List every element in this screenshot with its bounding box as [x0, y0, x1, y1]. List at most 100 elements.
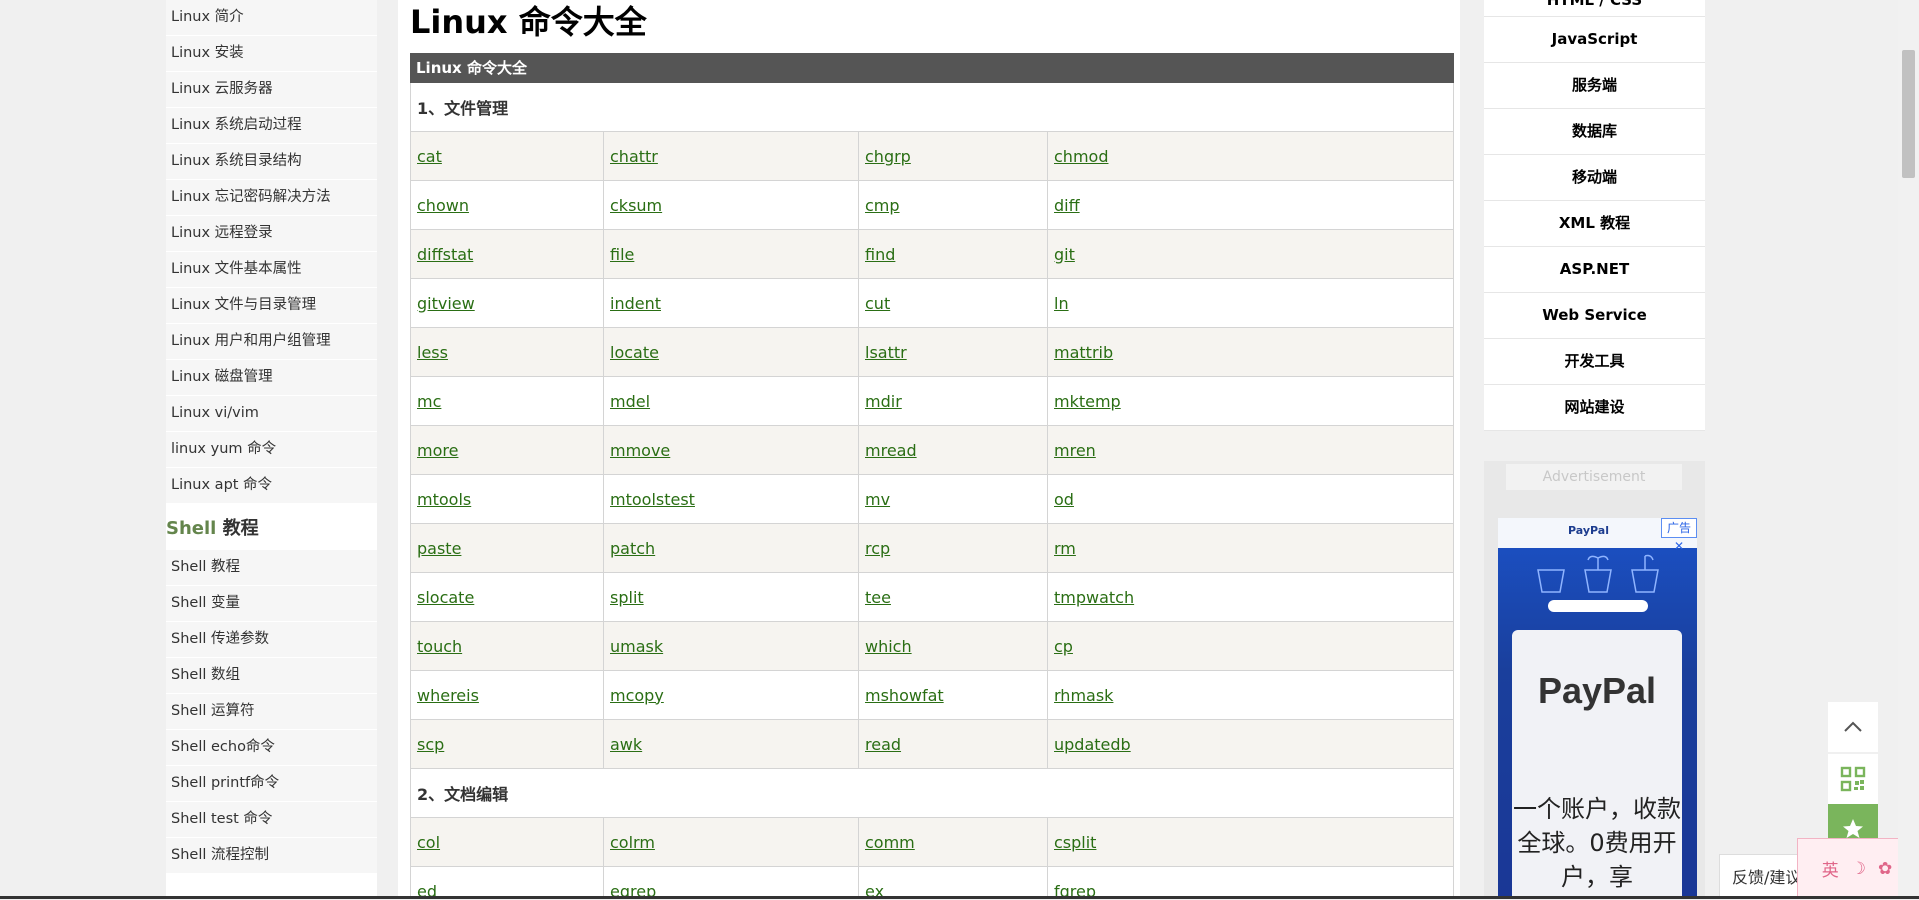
sidebar-item-shell[interactable]: Shell 传递参数: [166, 622, 377, 658]
command-link[interactable]: ln: [1054, 294, 1069, 313]
command-link[interactable]: colrm: [610, 833, 655, 852]
back-to-top-button[interactable]: [1828, 702, 1878, 752]
command-link[interactable]: mmove: [610, 441, 670, 460]
command-link[interactable]: mdel: [610, 392, 650, 411]
ime-language-label[interactable]: 英: [1822, 856, 1839, 881]
command-link[interactable]: comm: [865, 833, 915, 852]
command-link[interactable]: indent: [610, 294, 661, 313]
category-item[interactable]: 开发工具: [1484, 339, 1705, 385]
sidebar-item-shell[interactable]: Shell 流程控制: [166, 838, 377, 874]
command-link[interactable]: mread: [865, 441, 917, 460]
sidebar-item-linux[interactable]: Linux 安装: [166, 36, 377, 72]
command-link[interactable]: od: [1054, 490, 1074, 509]
category-item-html-css[interactable]: HTML / CSS: [1484, 0, 1705, 17]
command-link[interactable]: cmp: [865, 196, 900, 215]
command-link[interactable]: file: [610, 245, 634, 264]
sidebar-item-linux[interactable]: Linux 磁盘管理: [166, 360, 377, 396]
sidebar-item-linux[interactable]: linux yum 命令: [166, 432, 377, 468]
category-item[interactable]: 移动端: [1484, 155, 1705, 201]
command-link[interactable]: whereis: [417, 686, 479, 705]
command-link[interactable]: paste: [417, 539, 461, 558]
command-link[interactable]: mdir: [865, 392, 902, 411]
command-link[interactable]: umask: [610, 637, 663, 656]
sidebar-item-shell[interactable]: Shell test 命令: [166, 802, 377, 838]
command-link[interactable]: col: [417, 833, 440, 852]
command-link[interactable]: find: [865, 245, 895, 264]
command-link[interactable]: awk: [610, 735, 642, 754]
command-link[interactable]: split: [610, 588, 644, 607]
table-cell: scp: [410, 719, 604, 769]
command-link[interactable]: lsattr: [865, 343, 907, 362]
sidebar-item-linux[interactable]: Linux 系统目录结构: [166, 144, 377, 180]
command-link[interactable]: diff: [1054, 196, 1080, 215]
category-item[interactable]: 网站建设: [1484, 385, 1705, 431]
sidebar-item-shell[interactable]: Shell 数组: [166, 658, 377, 694]
command-link[interactable]: cat: [417, 147, 442, 166]
command-link[interactable]: mv: [865, 490, 890, 509]
settings-icon[interactable]: ✿: [1878, 859, 1892, 879]
command-link[interactable]: which: [865, 637, 912, 656]
command-link[interactable]: cut: [865, 294, 890, 313]
sidebar-item-shell[interactable]: Shell 运算符: [166, 694, 377, 730]
sidebar-item-shell[interactable]: Shell printf命令: [166, 766, 377, 802]
command-link[interactable]: cp: [1054, 637, 1073, 656]
sidebar-item-linux[interactable]: Linux apt 命令: [166, 468, 377, 504]
command-link[interactable]: read: [865, 735, 901, 754]
sidebar-item-shell[interactable]: Shell echo命令: [166, 730, 377, 766]
sidebar-item-linux[interactable]: Linux 简介: [166, 0, 377, 36]
moon-icon[interactable]: ☽: [1851, 859, 1866, 879]
sidebar-item-linux[interactable]: Linux 云服务器: [166, 72, 377, 108]
category-item[interactable]: JavaScript: [1484, 17, 1705, 63]
command-link[interactable]: less: [417, 343, 448, 362]
command-link[interactable]: rm: [1054, 539, 1076, 558]
command-link[interactable]: tmpwatch: [1054, 588, 1134, 607]
command-link[interactable]: mktemp: [1054, 392, 1121, 411]
sidebar-item-linux[interactable]: Linux 忘记密码解决方法: [166, 180, 377, 216]
category-item[interactable]: Web Service: [1484, 293, 1705, 339]
scrollbar-thumb[interactable]: [1902, 50, 1915, 178]
command-link[interactable]: mc: [417, 392, 441, 411]
command-link[interactable]: mshowfat: [865, 686, 944, 705]
command-link[interactable]: tee: [865, 588, 891, 607]
command-link[interactable]: scp: [417, 735, 444, 754]
page-scrollbar[interactable]: [1898, 0, 1919, 899]
category-item[interactable]: XML 教程: [1484, 201, 1705, 247]
command-link[interactable]: mcopy: [610, 686, 664, 705]
sidebar-item-linux[interactable]: Linux 用户和用户组管理: [166, 324, 377, 360]
command-link[interactable]: cksum: [610, 196, 662, 215]
command-link[interactable]: chgrp: [865, 147, 911, 166]
table-cell: col: [410, 817, 604, 867]
command-link[interactable]: patch: [610, 539, 655, 558]
qrcode-button[interactable]: [1828, 754, 1878, 804]
command-link[interactable]: mtoolstest: [610, 490, 695, 509]
command-link[interactable]: csplit: [1054, 833, 1096, 852]
command-link[interactable]: mren: [1054, 441, 1096, 460]
command-link[interactable]: rhmask: [1054, 686, 1113, 705]
ad-close-button[interactable]: 广告 ✕: [1661, 518, 1697, 553]
command-link[interactable]: gitview: [417, 294, 475, 313]
command-link[interactable]: updatedb: [1054, 735, 1131, 754]
category-item[interactable]: 数据库: [1484, 109, 1705, 155]
command-link[interactable]: chattr: [610, 147, 658, 166]
category-item[interactable]: 服务端: [1484, 63, 1705, 109]
command-link[interactable]: more: [417, 441, 458, 460]
sidebar-item-linux[interactable]: Linux 远程登录: [166, 216, 377, 252]
command-link[interactable]: chown: [417, 196, 469, 215]
sidebar-item-shell[interactable]: Shell 教程: [166, 550, 377, 586]
command-link[interactable]: slocate: [417, 588, 474, 607]
sidebar-item-linux[interactable]: Linux vi/vim: [166, 396, 377, 432]
command-link[interactable]: mtools: [417, 490, 471, 509]
command-link[interactable]: locate: [610, 343, 659, 362]
paypal-ad[interactable]: PayPal 广告 ✕ PayPal 一个账户，收款全球。0费用开户，享: [1498, 518, 1697, 899]
sidebar-item-linux[interactable]: Linux 文件基本属性: [166, 252, 377, 288]
category-item[interactable]: ASP.NET: [1484, 247, 1705, 293]
sidebar-item-linux[interactable]: Linux 文件与目录管理: [166, 288, 377, 324]
command-link[interactable]: touch: [417, 637, 462, 656]
sidebar-item-shell[interactable]: Shell 变量: [166, 586, 377, 622]
sidebar-item-linux[interactable]: Linux 系统启动过程: [166, 108, 377, 144]
command-link[interactable]: git: [1054, 245, 1075, 264]
command-link[interactable]: rcp: [865, 539, 890, 558]
command-link[interactable]: mattrib: [1054, 343, 1113, 362]
command-link[interactable]: diffstat: [417, 245, 473, 264]
command-link[interactable]: chmod: [1054, 147, 1108, 166]
